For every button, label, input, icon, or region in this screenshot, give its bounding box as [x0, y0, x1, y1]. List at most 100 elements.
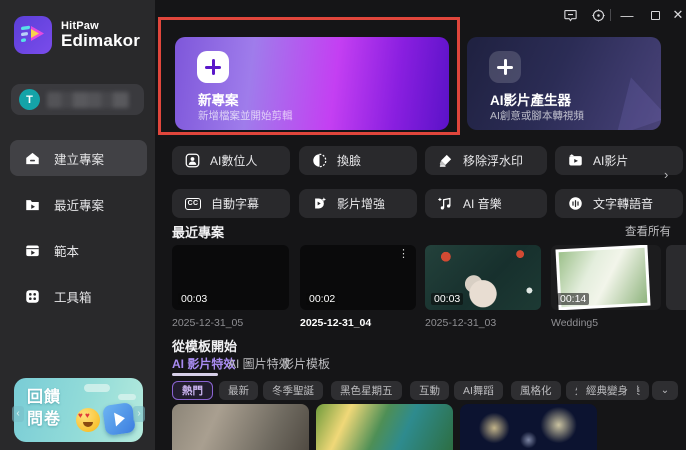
kebab-menu-icon[interactable]: ⋮: [398, 249, 409, 260]
sidebar-item-create-project[interactable]: 建立專案: [10, 140, 147, 176]
tag-black-friday[interactable]: 黑色星期五: [331, 381, 402, 400]
brand-text: HitPaw Edimakor: [61, 20, 140, 51]
video-play-icon: [102, 402, 136, 436]
text-to-speech-icon: [569, 197, 582, 210]
banner-next-arrow[interactable]: ›: [133, 406, 145, 422]
ai-music-icon: [438, 197, 451, 210]
templates-title: 從模板開始: [172, 339, 238, 354]
new-project-title: 新專案: [198, 93, 239, 108]
recent-thumbnail-1[interactable]: 00:03: [172, 245, 289, 310]
settings-icon[interactable]: [589, 6, 607, 24]
project-name: 2025-12-31_05: [172, 317, 244, 329]
recent-thumbnail-3[interactable]: 00:03: [425, 245, 541, 310]
digital-human-icon: [185, 153, 200, 168]
template-thumb-blue-face[interactable]: [316, 404, 453, 450]
tag-classic-transform[interactable]: 經典變身: [577, 381, 637, 400]
banner-prev-arrow[interactable]: ‹: [12, 406, 24, 422]
template-thumb-fireworks[interactable]: [460, 404, 597, 450]
sidebar-item-toolbox[interactable]: 工具箱: [10, 278, 147, 314]
templates-icon: [26, 245, 39, 256]
project-name: 2025-12-31_03: [425, 317, 497, 329]
tag-winter-christmas[interactable]: 冬季聖誕: [263, 381, 323, 400]
feature-face-swap[interactable]: 換臉: [299, 146, 417, 175]
recent-projects-title: 最近專案: [172, 225, 225, 240]
video-enhance-icon: [315, 197, 327, 209]
remove-watermark-icon: [439, 154, 452, 167]
user-account-chip[interactable]: T: [11, 84, 144, 115]
sidebar-item-recent-projects[interactable]: 最近專案: [10, 186, 147, 222]
tab-video-templates[interactable]: 影片模板: [282, 355, 330, 372]
heart-eyes-emoji-icon: [76, 408, 100, 432]
feedback-survey-banner[interactable]: 回饋 問卷: [14, 378, 143, 442]
minimize-icon[interactable]: —: [618, 6, 636, 24]
sidebar-item-label: 範本: [54, 244, 80, 259]
sidebar: HitPaw Edimakor T 建立專案 最近專案 範本 工具箱 回饋 問卷…: [0, 0, 155, 450]
tag-stylized[interactable]: 風格化: [511, 381, 561, 400]
tags-expand-chevron-icon[interactable]: ⌄: [652, 381, 678, 400]
tab-ai-video-effects[interactable]: AI 影片特效: [172, 355, 235, 372]
ai-video-icon: [569, 154, 582, 166]
project-name: Wedding5: [551, 317, 599, 329]
avatar: T: [19, 89, 40, 110]
recent-thumbnail-partial[interactable]: [666, 245, 686, 310]
sidebar-item-templates[interactable]: 範本: [10, 232, 147, 268]
banner-text: 回饋 問卷: [27, 389, 62, 428]
feature-label: AI數位人: [210, 154, 258, 168]
sidebar-item-label: 工具箱: [54, 290, 92, 305]
auto-subtitle-icon: CC: [185, 197, 201, 210]
feature-label: 影片增強: [337, 197, 386, 211]
tag-hot[interactable]: 熱門: [172, 381, 213, 400]
recent-thumbnail-4[interactable]: 00:14: [551, 245, 661, 310]
tag-interactive[interactable]: 互動: [410, 381, 449, 400]
sidebar-item-label: 最近專案: [54, 198, 105, 213]
feature-text-to-speech[interactable]: 文字轉語音: [555, 189, 683, 218]
edimakor-logo-icon: [14, 16, 52, 54]
features-next-arrow[interactable]: ›: [664, 167, 668, 182]
recent-thumbnail-2[interactable]: ⋮ 00:02: [300, 245, 416, 310]
duration-badge: 00:02: [306, 293, 339, 305]
close-icon[interactable]: ✕: [669, 6, 686, 24]
feature-auto-subtitle[interactable]: CC 自動字幕: [172, 189, 290, 218]
feature-label: AI 音樂: [463, 197, 502, 211]
ai-generator-subtitle: AI創意或腳本轉視頻: [490, 110, 584, 122]
face-swap-icon: [313, 153, 327, 168]
duration-badge: 00:03: [178, 293, 211, 305]
active-tab-underline: [172, 373, 218, 376]
project-name: 2025-12-31_04: [300, 317, 372, 329]
cloud-decoration: [84, 384, 110, 392]
feature-remove-watermark[interactable]: 移除浮水印: [425, 146, 547, 175]
maximize-icon[interactable]: [646, 6, 664, 24]
view-all-link[interactable]: 查看所有: [625, 223, 671, 239]
brand-line2: Edimakor: [61, 30, 141, 50]
duration-badge: 00:03: [431, 293, 464, 305]
feature-label: 自動字幕: [211, 197, 260, 211]
plus-icon: [489, 51, 521, 83]
play-watermark-icon: [616, 77, 661, 130]
plus-icon: [197, 51, 229, 83]
feature-digital-human[interactable]: AI數位人: [172, 146, 290, 175]
duration-badge: 00:14: [557, 293, 590, 305]
cloud-decoration: [118, 394, 136, 400]
feature-video-enhance[interactable]: 影片增強: [299, 189, 417, 218]
feature-label: 移除浮水印: [463, 154, 524, 168]
new-project-card[interactable]: 新專案 新增檔案並開始剪輯: [175, 37, 449, 130]
feature-label: AI影片: [593, 154, 629, 168]
template-thumb-elderly-couple[interactable]: [172, 404, 309, 450]
create-project-icon: [26, 152, 39, 164]
feedback-icon[interactable]: [561, 6, 579, 24]
feature-ai-music[interactable]: AI 音樂: [425, 189, 547, 218]
brand-line1: HitPaw: [61, 19, 99, 32]
sidebar-item-label: 建立專案: [54, 152, 105, 167]
ai-generator-title: AI影片產生器: [490, 93, 571, 108]
feature-label: 文字轉語音: [593, 197, 654, 211]
titlebar-separator: [610, 9, 611, 21]
new-project-subtitle: 新增檔案並開始剪輯: [198, 110, 293, 122]
username-redacted: [47, 91, 129, 108]
tag-ai-dance[interactable]: AI舞蹈: [454, 381, 503, 400]
feature-label: 換臉: [337, 154, 362, 168]
app-logo: HitPaw Edimakor: [14, 16, 140, 54]
ai-video-generator-card[interactable]: AI影片產生器 AI創意或腳本轉視頻: [467, 37, 661, 130]
recent-projects-icon: [26, 199, 39, 210]
tag-new[interactable]: 最新: [219, 381, 258, 400]
edimakor-window: HitPaw Edimakor T 建立專案 最近專案 範本 工具箱 回饋 問卷…: [0, 0, 686, 450]
